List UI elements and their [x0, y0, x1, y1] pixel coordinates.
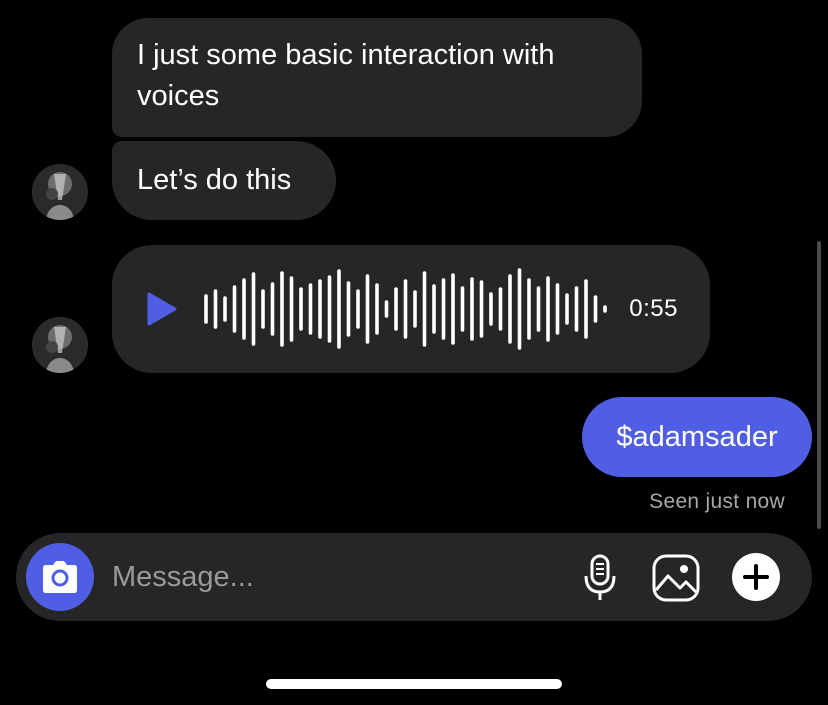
- message-composer: [16, 533, 812, 621]
- read-receipt: Seen just now: [649, 490, 785, 513]
- avatar-image: [32, 164, 88, 220]
- voice-message-bubble[interactable]: 0:55: [112, 245, 710, 373]
- message-input[interactable]: [112, 557, 532, 597]
- voice-duration: 0:55: [629, 295, 678, 322]
- scrollbar[interactable]: [817, 241, 821, 529]
- incoming-message-bubble[interactable]: Let’s do this: [112, 141, 336, 220]
- camera-icon: [43, 561, 77, 593]
- home-indicator[interactable]: [266, 679, 562, 689]
- incoming-message-bubble[interactable]: I just some basic interaction with voice…: [112, 18, 642, 137]
- gallery-icon[interactable]: [652, 554, 700, 602]
- voice-waveform[interactable]: [202, 261, 622, 357]
- incoming-message-text: I just some basic interaction with voice…: [137, 39, 555, 112]
- play-icon[interactable]: [147, 292, 177, 326]
- outgoing-message-text: $adamsader: [616, 421, 778, 453]
- outgoing-message-bubble[interactable]: $adamsader: [582, 397, 812, 477]
- incoming-message-text: Let’s do this: [137, 164, 292, 196]
- avatar-image: [32, 317, 88, 373]
- chat-screen: I just some basic interaction with voice…: [0, 0, 828, 705]
- plus-icon[interactable]: [732, 553, 780, 601]
- microphone-icon[interactable]: [582, 554, 618, 602]
- camera-button[interactable]: [26, 543, 94, 611]
- sender-avatar[interactable]: [32, 317, 88, 373]
- sender-avatar[interactable]: [32, 164, 88, 220]
